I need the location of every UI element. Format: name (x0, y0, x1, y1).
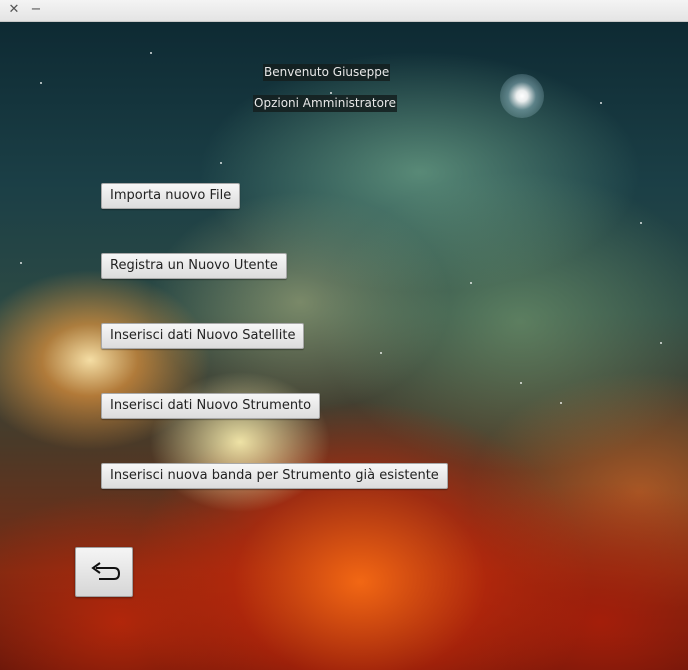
star (40, 82, 42, 84)
star (220, 162, 222, 164)
insert-satellite-button[interactable]: Inserisci dati Nuovo Satellite (101, 323, 305, 349)
admin-options-label: Opzioni Amministratore (253, 95, 397, 112)
star (660, 342, 662, 344)
insert-instrument-button[interactable]: Inserisci dati Nuovo Strumento (101, 393, 321, 419)
bright-star (500, 74, 544, 118)
import-file-button[interactable]: Importa nuovo File (101, 183, 241, 209)
register-user-button[interactable]: Registra un Nuovo Utente (101, 253, 287, 279)
insert-band-button[interactable]: Inserisci nuova banda per Strumento già … (101, 463, 448, 489)
star (330, 92, 332, 94)
window-titlebar: ✕ − (0, 0, 688, 22)
minimize-icon[interactable]: − (28, 2, 44, 18)
welcome-label: Benvenuto Giuseppe (263, 64, 391, 81)
close-icon[interactable]: ✕ (6, 2, 22, 18)
star (150, 52, 152, 54)
return-arrow-icon (91, 562, 121, 580)
star (640, 222, 642, 224)
star (520, 382, 522, 384)
star (470, 282, 472, 284)
star (20, 262, 22, 264)
back-button[interactable] (75, 547, 133, 597)
star (380, 352, 382, 354)
star (560, 402, 562, 404)
star (600, 102, 602, 104)
